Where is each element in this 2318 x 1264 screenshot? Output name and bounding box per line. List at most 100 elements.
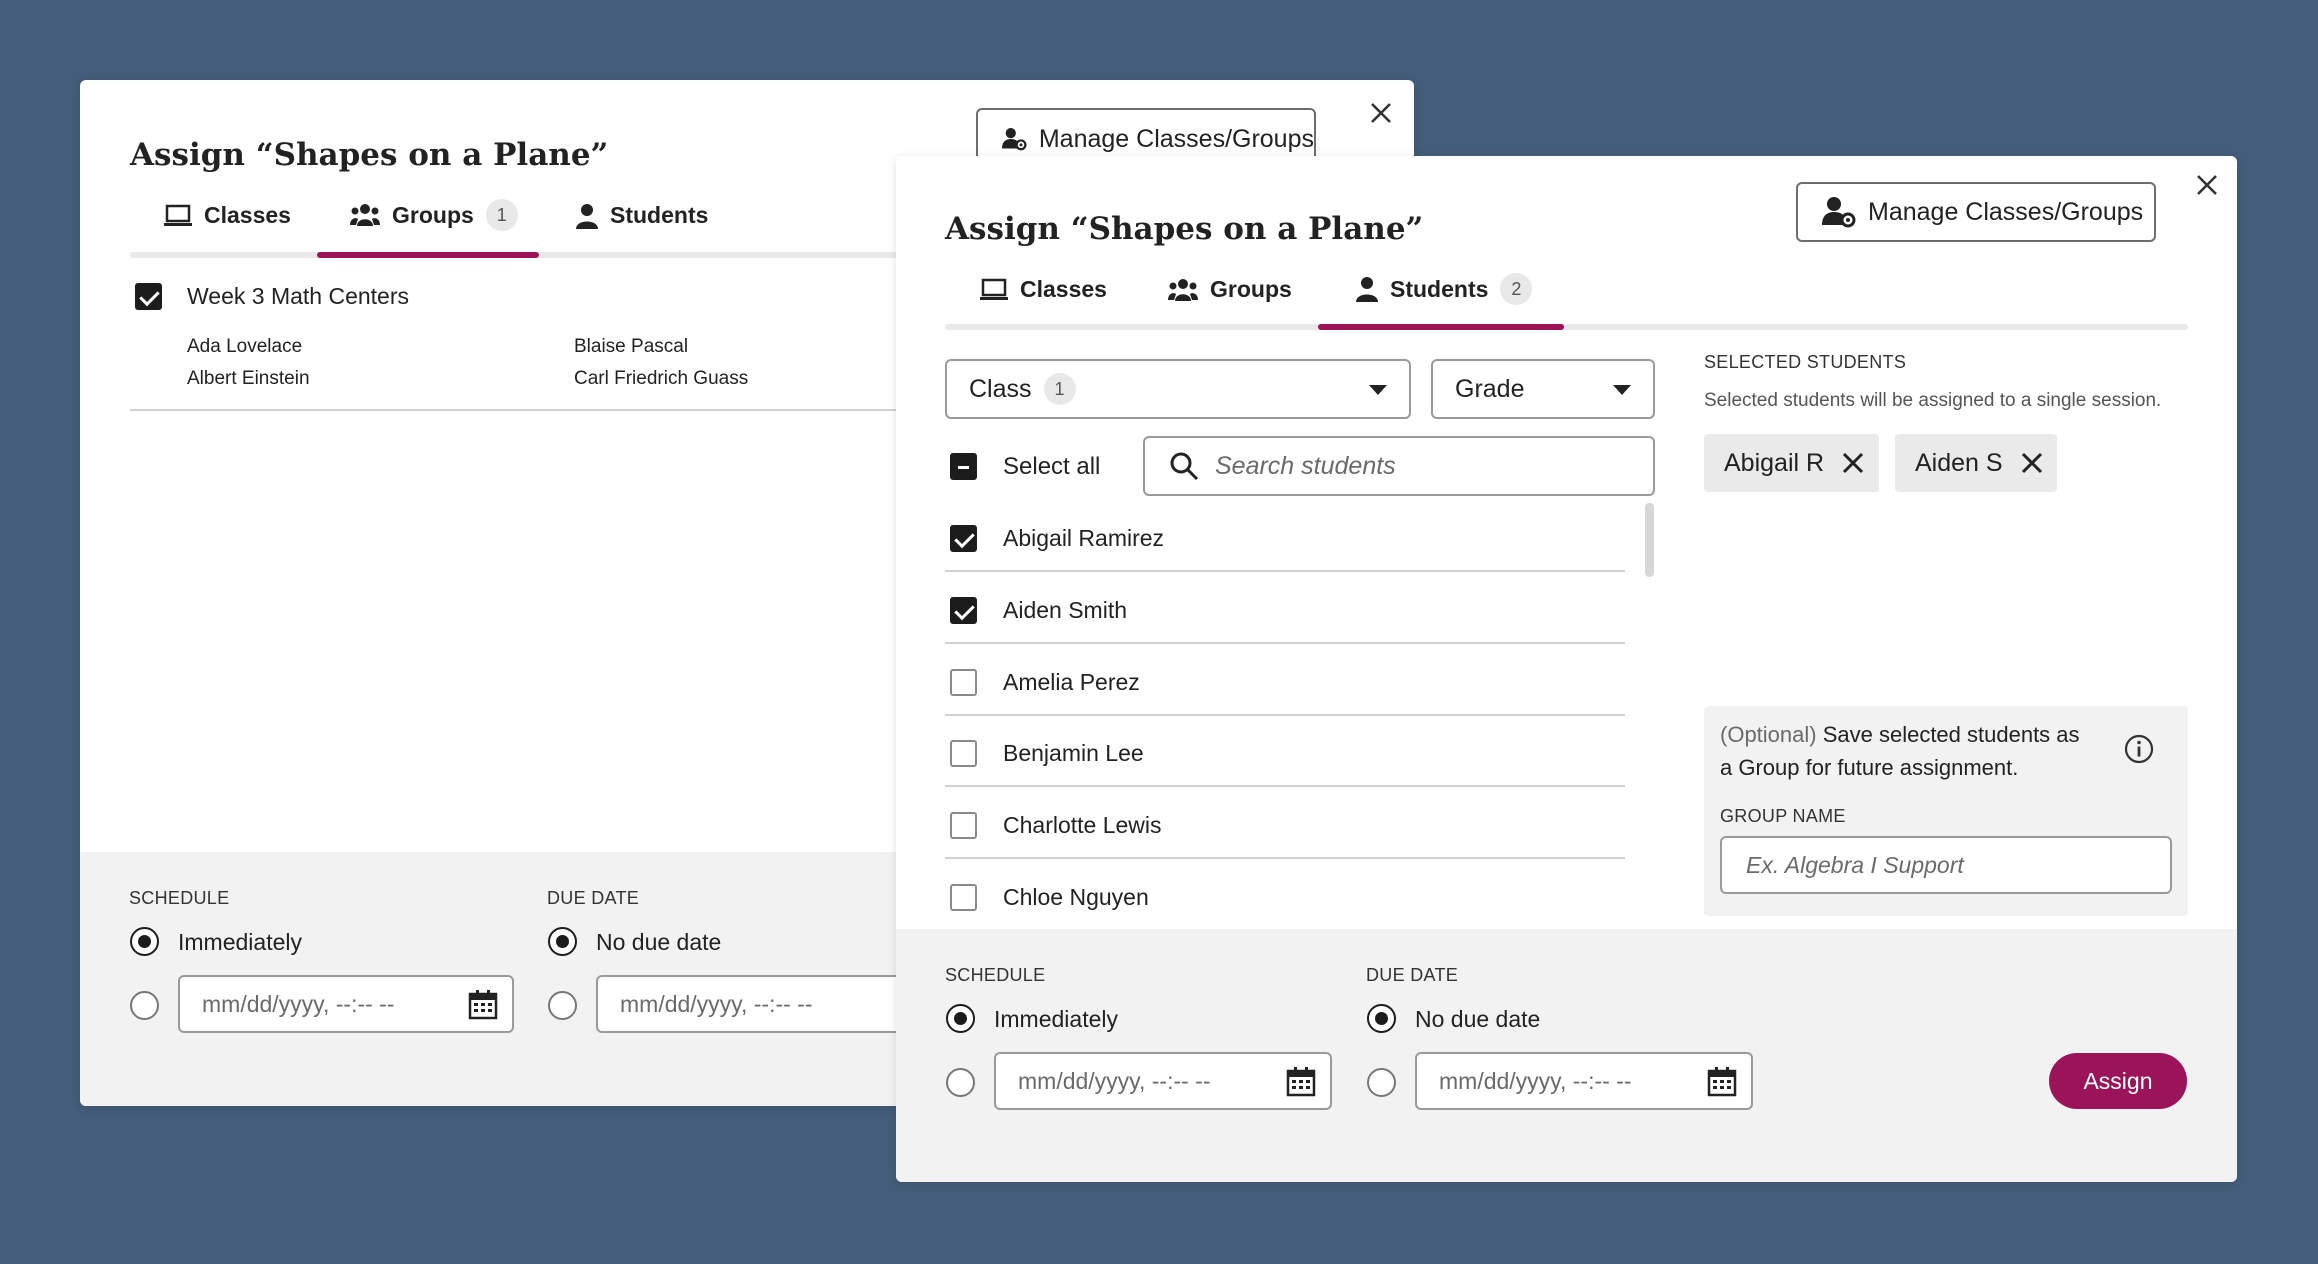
class-filter-select[interactable]: Class 1 [945,359,1411,419]
tab-classes-label: Classes [204,202,291,228]
laptop-icon [980,278,1008,300]
selected-student-chip: Abigail R [1704,434,1879,492]
calendar-icon[interactable] [1286,1067,1316,1097]
group-member: Carl Friedrich Guass [574,368,749,389]
schedule-date-placeholder: mm/dd/yyyy, --:-- -- [1018,1067,1211,1094]
manage-classes-groups-button[interactable]: Manage Classes/Groups [1796,182,2156,242]
tab-students-label: Students [1390,275,1489,302]
chip-label: Aiden S [1915,448,2003,477]
tab-students-label: Students [610,202,709,228]
active-tab-indicator [1318,324,1564,330]
schedule-date-input[interactable]: mm/dd/yyyy, --:-- -- [178,975,514,1033]
manage-button-label: Manage Classes/Groups [1038,124,1314,153]
schedule-immediately-radio[interactable] [130,927,159,956]
group-member: Albert Einstein [187,368,310,389]
student-checkbox[interactable] [950,669,977,696]
close-icon[interactable] [2021,452,2043,474]
schedule-immediately-radio[interactable] [946,1004,975,1033]
schedule-label: SCHEDULE [129,888,230,908]
schedule-date-radio[interactable] [946,1068,975,1097]
class-filter-badge: 1 [1043,373,1076,405]
student-name: Chloe Nguyen [1003,884,1149,910]
grade-filter-select[interactable]: Grade [1431,359,1655,419]
manage-users-icon [1002,128,1027,151]
due-date-label: DUE DATE [547,888,640,908]
row-divider [945,785,1625,787]
due-date-input[interactable]: mm/dd/yyyy, --:-- -- [596,975,932,1033]
tab-students[interactable]: Students 2 [1356,273,1533,305]
person-icon [1356,277,1378,302]
active-tab-indicator [317,252,539,258]
group-member: Blaise Pascal [574,336,689,357]
select-all-checkbox[interactable] [950,453,977,480]
student-checkbox[interactable] [950,884,977,911]
dialog-title: Assign “Shapes on a Plane” [945,211,1424,247]
tab-groups[interactable]: Groups 1 [350,199,518,231]
selected-students-note: Selected students will be assigned to a … [1704,390,2162,411]
close-icon[interactable] [2196,174,2218,196]
search-students-input[interactable]: Search students [1143,436,1655,496]
select-all-label: Select all [1003,453,1101,480]
group-checkbox[interactable] [135,283,162,310]
assign-button[interactable]: Assign [2049,1053,2187,1109]
save-group-line2: a Group for future assignment. [1720,755,2019,780]
save-group-line1: Save selected students as [1816,722,2080,747]
groups-count-badge: 1 [485,199,518,231]
calendar-icon[interactable] [468,990,498,1020]
due-date-label: DUE DATE [1366,965,1459,985]
close-icon[interactable] [1370,102,1392,124]
front-assign-dialog: Assign “Shapes on a Plane” Manage Classe… [896,156,2237,1182]
group-name: Week 3 Math Centers [187,283,410,309]
chevron-down-icon [1369,385,1387,395]
tab-classes-label: Classes [1020,276,1107,302]
schedule-footer: SCHEDULE Immediately mm/dd/yyyy, --:-- -… [896,929,2237,1182]
save-group-panel: (Optional) Save selected students as a G… [1704,706,2188,916]
due-date-placeholder: mm/dd/yyyy, --:-- -- [1439,1067,1632,1094]
due-date-input[interactable]: mm/dd/yyyy, --:-- -- [1415,1052,1753,1110]
selected-student-chip: Aiden S [1895,434,2057,492]
optional-label: (Optional) [1720,722,1817,747]
student-checkbox[interactable] [950,812,977,839]
list-scrollbar[interactable] [1645,503,1654,577]
no-due-date-label: No due date [1415,1006,1541,1032]
student-name: Aiden Smith [1003,597,1128,623]
group-member: Ada Lovelace [187,336,303,357]
tab-groups-label: Groups [392,201,474,228]
group-icon [1168,278,1198,301]
schedule-date-input[interactable]: mm/dd/yyyy, --:-- -- [994,1052,1332,1110]
tab-rail [130,252,970,258]
tab-classes[interactable]: Classes [980,276,1107,303]
student-checkbox[interactable] [950,740,977,767]
chevron-down-icon [1613,385,1631,395]
no-due-date-radio[interactable] [548,927,577,956]
schedule-date-radio[interactable] [130,991,159,1020]
due-date-radio[interactable] [548,991,577,1020]
due-date-radio[interactable] [1367,1068,1396,1097]
person-icon [576,203,598,229]
calendar-icon[interactable] [1707,1067,1737,1097]
selected-students-heading: SELECTED STUDENTS [1704,352,1907,372]
class-filter-label: Class [969,374,1032,403]
tab-students[interactable]: Students [576,202,708,229]
student-checkbox[interactable] [950,525,977,552]
row-divider [945,642,1625,644]
tab-groups[interactable]: Groups [1168,276,1292,303]
schedule-date-placeholder: mm/dd/yyyy, --:-- -- [202,990,395,1017]
laptop-icon [164,204,192,226]
group-name-label: GROUP NAME [1720,806,1846,826]
manage-button-label: Manage Classes/Groups [1868,197,2144,226]
tab-rail [945,324,2188,330]
students-count-badge: 2 [1500,273,1533,305]
student-checkbox[interactable] [950,597,977,624]
schedule-immediately-label: Immediately [178,929,302,955]
row-divider [130,409,970,411]
group-name-input[interactable]: Ex. Algebra I Support [1720,836,2172,894]
student-name: Charlotte Lewis [1003,812,1162,838]
grade-filter-label: Grade [1455,374,1525,403]
no-due-date-radio[interactable] [1367,1004,1396,1033]
schedule-label: SCHEDULE [945,965,1046,985]
tab-classes[interactable]: Classes [164,202,291,229]
close-icon[interactable] [1842,452,1864,474]
tab-groups-label: Groups [1210,276,1292,302]
info-icon[interactable] [2124,734,2154,764]
